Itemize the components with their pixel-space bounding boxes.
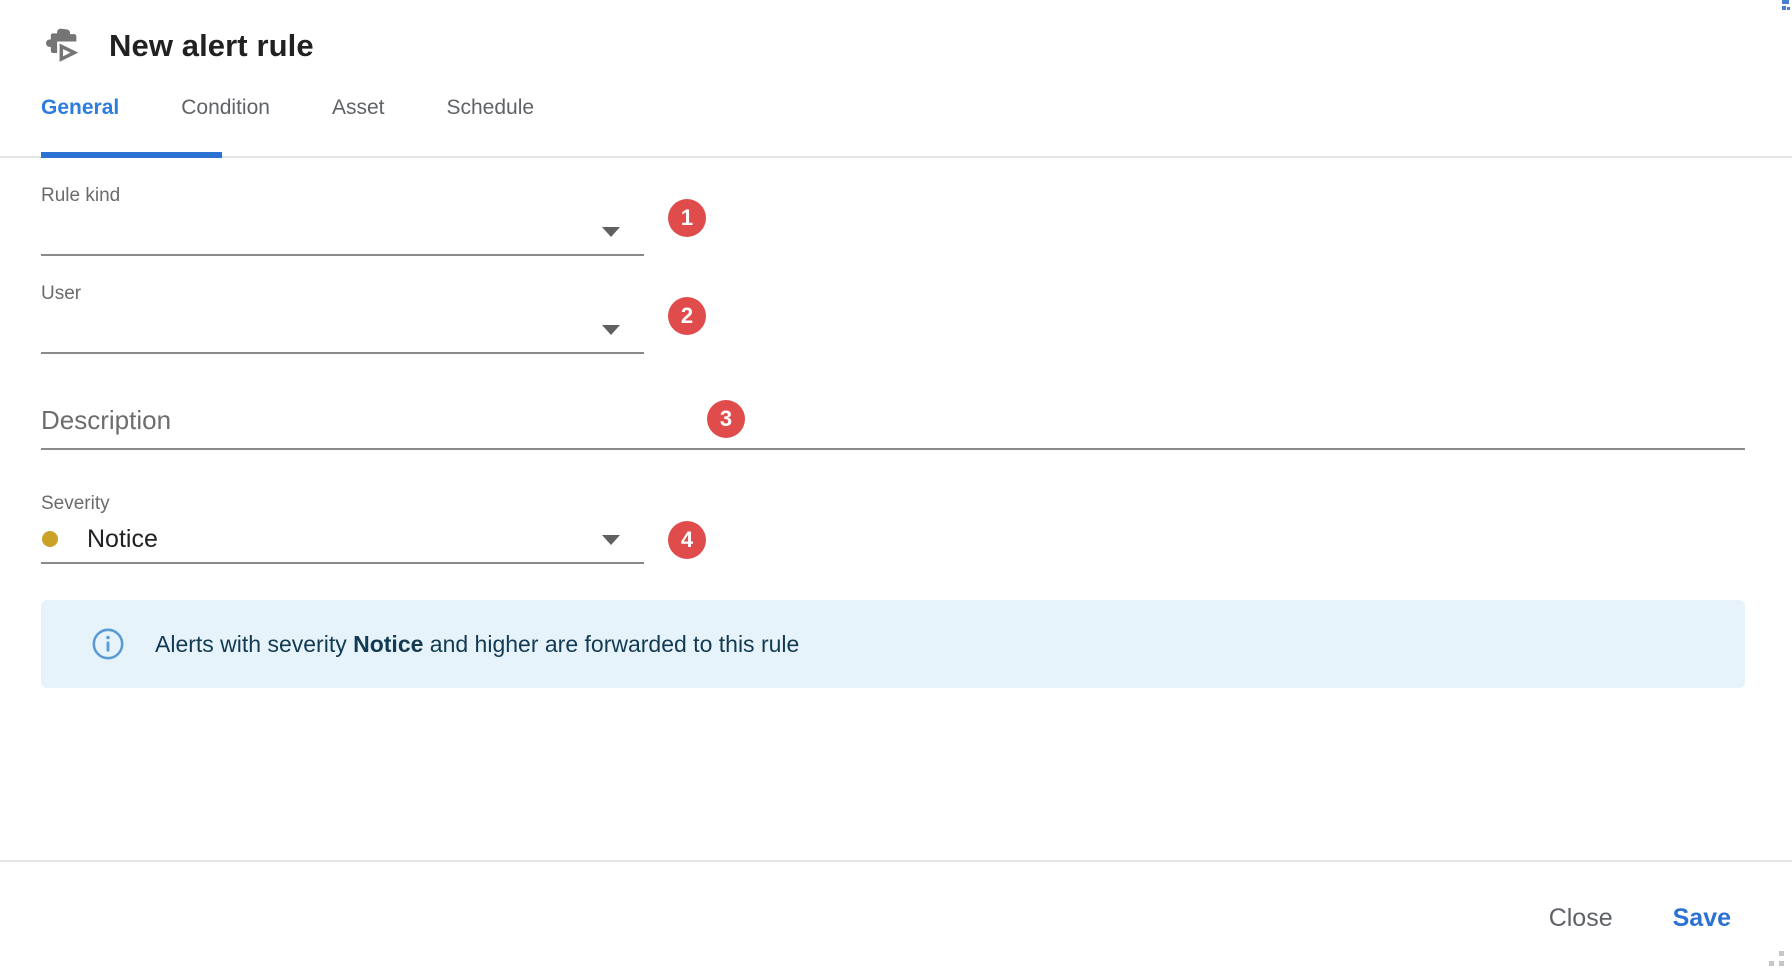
rule-kind-label: Rule kind — [41, 185, 121, 206]
step-badge-1: 1 — [668, 199, 706, 237]
severity-select[interactable]: Notice — [41, 516, 644, 564]
window-corner-marker-icon — [1782, 0, 1790, 10]
step-badge-3: 3 — [707, 400, 745, 438]
dialog-footer: Close Save — [0, 860, 1792, 974]
severity-info-text: Alerts with severity Notice and higher a… — [155, 629, 799, 659]
chevron-down-icon[interactable] — [602, 325, 620, 335]
user-label: User — [41, 283, 82, 304]
severity-field: Severity Notice 4 — [41, 466, 1751, 564]
info-text-after: and higher are forwarded to this rule — [423, 631, 800, 657]
severity-label: Severity — [41, 493, 110, 514]
resize-dot — [1779, 951, 1784, 956]
resize-dot — [1769, 961, 1774, 966]
rule-kind-select[interactable] — [41, 208, 644, 256]
severity-dot-icon — [42, 531, 58, 547]
chevron-down-icon[interactable] — [602, 535, 620, 545]
tab-asset[interactable]: Asset — [301, 84, 416, 132]
severity-info-banner: Alerts with severity Notice and higher a… — [41, 600, 1745, 688]
user-select[interactable] — [41, 306, 644, 354]
resize-handle[interactable] — [1766, 948, 1784, 966]
new-alert-rule-dialog: New alert rule General Condition Asset S… — [0, 0, 1792, 974]
step-badge-2: 2 — [668, 297, 706, 335]
description-field: 3 — [41, 398, 1751, 450]
rule-kind-row: 1 — [41, 199, 1751, 256]
close-button[interactable]: Close — [1529, 893, 1633, 943]
page-title: New alert rule — [109, 28, 314, 63]
puzzle-play-icon — [46, 28, 79, 62]
resize-dot — [1779, 961, 1784, 966]
tab-bar: General Condition Asset Schedule — [0, 84, 1792, 158]
info-text-severity: Notice — [353, 631, 424, 657]
info-text-before: Alerts with severity — [155, 631, 354, 657]
rule-kind-field: Rule kind 1 — [41, 158, 1751, 256]
tab-condition[interactable]: Condition — [150, 84, 301, 132]
general-tab-panel: Rule kind 1 User 2 3 — [0, 158, 1792, 860]
chevron-down-icon[interactable] — [602, 227, 620, 237]
tab-general[interactable]: General — [41, 84, 150, 132]
step-badge-4: 4 — [668, 521, 706, 559]
tab-schedule[interactable]: Schedule — [415, 84, 565, 132]
user-field: User 2 — [41, 256, 1751, 354]
severity-row: Notice 4 — [41, 516, 1751, 564]
dialog-header: New alert rule — [0, 0, 1792, 63]
description-input[interactable] — [41, 398, 1745, 450]
user-row: 2 — [41, 297, 1751, 354]
info-circle-icon — [92, 628, 124, 660]
severity-value: Notice — [87, 525, 158, 553]
save-button[interactable]: Save — [1653, 893, 1751, 943]
